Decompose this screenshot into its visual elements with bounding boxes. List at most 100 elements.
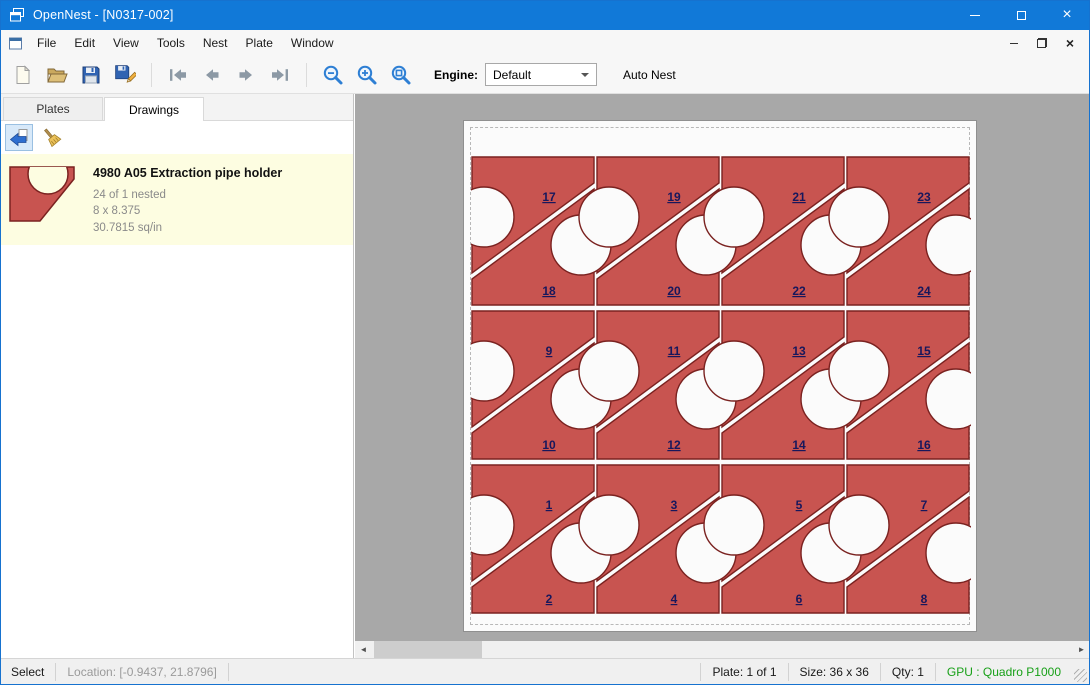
save-edit-icon (114, 64, 136, 86)
go-first-icon (167, 64, 189, 86)
nested-parts: 171819202122232491011121314151612345678 (471, 128, 971, 626)
last-plate-button[interactable] (264, 60, 296, 90)
tab-plates[interactable]: Plates (3, 97, 103, 120)
save-icon (81, 65, 101, 85)
canvas-horizontal-scrollbar[interactable]: ◄ ► (355, 641, 1090, 658)
status-mode: Select (0, 665, 55, 679)
menu-edit[interactable]: Edit (65, 31, 104, 55)
nest-canvas[interactable]: 171819202122232491011121314151612345678 … (355, 94, 1090, 658)
drawings-panel: Plates Drawings 4980 A05 Extraction pipe… (0, 94, 354, 658)
part-number[interactable]: 14 (792, 438, 806, 452)
part-number[interactable]: 15 (917, 344, 931, 358)
menu-bar: File Edit View Tools Nest Plate Window × (0, 30, 1090, 56)
close-button[interactable]: × (1044, 0, 1090, 30)
part-number[interactable]: 18 (542, 284, 556, 298)
mdi-minimize-icon (1010, 43, 1018, 44)
part-number[interactable]: 8 (921, 592, 928, 606)
close-icon: × (1062, 7, 1071, 23)
mdi-close-button[interactable]: × (1058, 34, 1082, 53)
menu-nest[interactable]: Nest (194, 31, 237, 55)
open-button[interactable] (41, 60, 73, 90)
part-number[interactable]: 9 (546, 344, 553, 358)
next-plate-button[interactable] (230, 60, 262, 90)
minimize-button[interactable] (952, 0, 998, 30)
part-number[interactable]: 11 (668, 344, 681, 358)
import-drawing-button[interactable] (5, 124, 33, 151)
part-notch (829, 341, 889, 401)
part-number[interactable]: 13 (792, 344, 806, 358)
menu-window[interactable]: Window (282, 31, 343, 55)
part-number[interactable]: 10 (542, 438, 556, 452)
go-last-icon (269, 64, 291, 86)
menu-view[interactable]: View (104, 31, 148, 55)
maximize-icon (1017, 11, 1026, 20)
zoom-out-icon (321, 63, 345, 87)
panel-tabs: Plates Drawings (0, 94, 353, 121)
new-file-button[interactable] (7, 60, 39, 90)
scrollbar-thumb[interactable] (374, 641, 482, 658)
drawing-title: 4980 A05 Extraction pipe holder (93, 166, 282, 180)
part-number[interactable]: 24 (917, 284, 931, 298)
drawing-list-item[interactable]: 4980 A05 Extraction pipe holder 24 of 1 … (0, 154, 353, 245)
part-number[interactable]: 23 (917, 190, 931, 204)
part-number[interactable]: 17 (542, 190, 556, 204)
zoom-fit-icon (389, 63, 413, 87)
scrollbar-track[interactable] (372, 641, 1073, 658)
save-button[interactable] (75, 60, 107, 90)
resize-grip[interactable] (1074, 669, 1087, 682)
scroll-left-arrow[interactable]: ◄ (355, 641, 372, 658)
zoom-out-button[interactable] (317, 60, 349, 90)
part-number[interactable]: 16 (917, 438, 931, 452)
mdi-close-icon: × (1066, 36, 1074, 50)
part-notch (579, 341, 639, 401)
part-notch (704, 495, 764, 555)
part-notch (704, 187, 764, 247)
part-number[interactable]: 2 (546, 592, 553, 606)
menu-file[interactable]: File (28, 31, 65, 55)
previous-plate-button[interactable] (196, 60, 228, 90)
broom-icon (41, 127, 63, 149)
plate[interactable]: 171819202122232491011121314151612345678 (463, 120, 977, 632)
engine-dropdown[interactable]: Default (485, 63, 597, 86)
part-number[interactable]: 12 (667, 438, 681, 452)
maximize-button[interactable] (998, 0, 1044, 30)
save-as-button[interactable] (109, 60, 141, 90)
part-number[interactable]: 7 (921, 498, 928, 512)
part-number[interactable]: 22 (792, 284, 806, 298)
part-number[interactable]: 5 (796, 498, 803, 512)
menu-tools[interactable]: Tools (148, 31, 194, 55)
part-number[interactable]: 1 (546, 498, 553, 512)
part-number[interactable]: 20 (667, 284, 681, 298)
part-number[interactable]: 6 (796, 592, 803, 606)
window-controls: × (952, 0, 1090, 30)
zoom-in-button[interactable] (351, 60, 383, 90)
mdi-minimize-button[interactable] (1002, 34, 1026, 53)
part-number[interactable]: 3 (671, 498, 678, 512)
minimize-icon (970, 15, 980, 16)
auto-nest-button[interactable]: Auto Nest (615, 63, 684, 87)
mdi-restore-icon (1037, 38, 1047, 48)
first-plate-button[interactable] (162, 60, 194, 90)
toolbar-separator (151, 63, 152, 87)
drawing-area: 30.7815 sq/in (93, 220, 282, 236)
clear-button[interactable] (38, 124, 66, 151)
scroll-right-arrow[interactable]: ► (1073, 641, 1090, 658)
open-folder-icon (46, 64, 68, 86)
part-number[interactable]: 21 (792, 190, 806, 204)
window-title: OpenNest - [N0317-002] (33, 8, 174, 22)
drawing-list-empty-area[interactable] (0, 245, 353, 658)
go-previous-icon (201, 64, 223, 86)
new-file-icon (13, 65, 33, 85)
menu-plate[interactable]: Plate (237, 31, 282, 55)
mdi-restore-button[interactable] (1030, 34, 1054, 53)
zoom-fit-button[interactable] (385, 60, 417, 90)
engine-label: Engine: (434, 68, 478, 82)
drawing-nested-count: 24 of 1 nested (93, 187, 282, 203)
go-next-icon (235, 64, 257, 86)
part-notch (579, 187, 639, 247)
part-number[interactable]: 4 (671, 592, 678, 606)
document-window-icon (8, 36, 23, 51)
tab-drawings[interactable]: Drawings (104, 97, 204, 121)
part-number[interactable]: 19 (667, 190, 681, 204)
app-icon (9, 7, 25, 23)
